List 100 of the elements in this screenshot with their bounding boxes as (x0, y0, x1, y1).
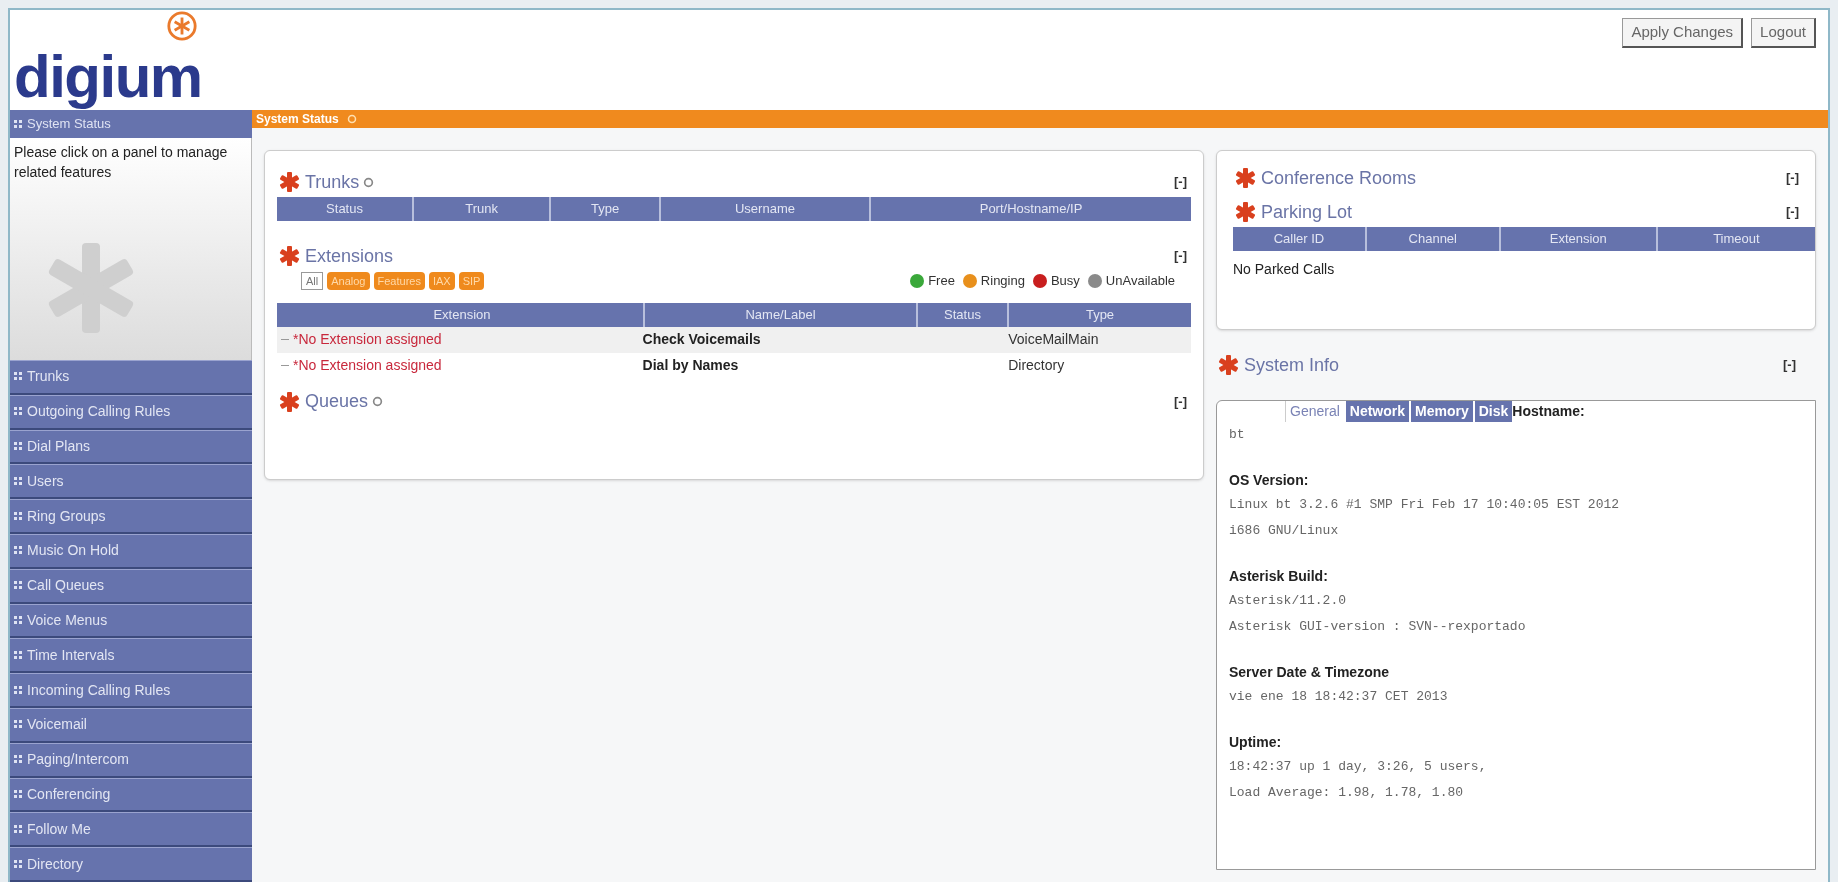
info-value: bt (1229, 426, 1246, 444)
logo: digium (14, 44, 202, 110)
logo-asterisk-icon (166, 10, 198, 42)
legend-label: Free (928, 272, 955, 290)
grip-icon (14, 859, 23, 869)
column-header: Username (660, 197, 872, 221)
legend-label: UnAvailable (1105, 272, 1175, 290)
collapse-link[interactable]: [-] (1174, 391, 1191, 412)
table-cell-text: Directory (1008, 356, 1066, 375)
sidebar-item[interactable]: Follow Me (10, 812, 252, 848)
info-value: i686 GNU/Linux (1229, 522, 1340, 540)
sidebar-item[interactable]: Directory (10, 847, 252, 882)
section-title: Parking Lot (1261, 200, 1353, 224)
asterisk-icon (1216, 353, 1240, 377)
collapse-link[interactable]: [-] (1174, 246, 1191, 266)
sidebar-item[interactable]: Incoming Calling Rules (10, 673, 252, 708)
table-cell-text: Check Voicemails (642, 330, 762, 349)
sidebar-item[interactable]: Voice Menus (10, 603, 252, 639)
section-title: Trunks (305, 170, 360, 194)
grip-icon (14, 546, 23, 556)
info-value: vie ene 18 18:42:37 CET 2013 (1229, 688, 1449, 706)
column-header: Status (277, 197, 415, 221)
legend-label: Ringing (980, 272, 1025, 290)
info-label: Hostname: (1512, 402, 1585, 421)
grip-icon (14, 442, 23, 451)
filter-button[interactable]: SIP (458, 271, 485, 290)
table-cell-text: *No Extension assigned (293, 356, 442, 375)
info-label: Server Date & Timezone (1229, 663, 1391, 682)
asterisk-icon (277, 389, 301, 414)
grip-icon (14, 615, 23, 625)
info-value: Asterisk/11.2.0 (1229, 592, 1348, 610)
grip-icon (14, 407, 23, 417)
column-header: Port/Hostname/IP (978, 200, 1084, 219)
info-value: Asterisk GUI-version : SVN--rexportado (1229, 618, 1527, 636)
grip-icon (14, 372, 23, 382)
sidebar-item[interactable]: Paging/Intercom (10, 742, 252, 778)
section-title: Extensions (305, 244, 394, 268)
header-button[interactable]: Apply Changes (1622, 18, 1744, 48)
info-label: OS Version: (1229, 471, 1310, 490)
column-header: Trunk (414, 197, 552, 221)
sidebar-item[interactable]: Voicemail (10, 707, 252, 743)
collapse-link[interactable]: [-] (1786, 202, 1803, 222)
column-header: Extension (1500, 227, 1658, 251)
table-cell-text: VoiceMailMain (1008, 330, 1100, 349)
column-header: Type (551, 197, 661, 221)
grip-icon (14, 581, 23, 591)
sidebar-item[interactable]: Time Intervals (10, 638, 252, 674)
filter-button[interactable]: Analog (327, 271, 370, 290)
collapse-link[interactable]: [-] (1786, 168, 1803, 188)
sidebar-item[interactable]: Outgoing Calling Rules (10, 394, 252, 430)
asterisk-icon (1233, 200, 1257, 224)
column-header: Channel (1366, 227, 1501, 251)
grip-icon (14, 720, 23, 730)
sidebar-item[interactable]: Ring Groups (10, 499, 252, 534)
filter-button[interactable]: IAX (428, 271, 455, 290)
info-value: Load Average: 1.98, 1.78, 1.80 (1229, 784, 1465, 802)
table-cell-text: *No Extension assigned (293, 330, 442, 349)
sidebar-item[interactable]: Dial Plans (10, 429, 252, 465)
tab[interactable]: Memory (1411, 401, 1473, 422)
info-value: Linux bt 3.2.6 #1 SMP Fri Feb 17 10:40:05 EST 2012 (1229, 496, 1621, 514)
grip-icon (14, 119, 23, 129)
empty-message: No Parked Calls (1233, 260, 1336, 279)
info-label: Uptime: (1229, 733, 1283, 752)
grip-icon (14, 476, 23, 486)
legend-label: Busy (1050, 272, 1080, 290)
collapse-link[interactable]: [-] (1174, 172, 1191, 192)
grip-icon (14, 685, 23, 695)
sidebar-item[interactable]: Call Queues (10, 568, 252, 604)
sidebar-item[interactable]: Conferencing (10, 777, 252, 813)
column-header: Caller ID (1233, 227, 1367, 251)
filter-button[interactable]: Features (373, 271, 425, 290)
sidebar-title: System Status (27, 115, 111, 134)
sidebar-item[interactable]: Users (10, 464, 252, 500)
grip-icon (14, 824, 23, 834)
sidebar-item[interactable]: Trunks (10, 360, 252, 395)
grip-icon (14, 789, 23, 799)
dash-icon (281, 365, 289, 366)
sidebar-item[interactable]: Music On Hold (10, 534, 252, 569)
grip-icon (14, 650, 23, 660)
dash-icon (281, 339, 289, 340)
info-label: Asterisk Build: (1229, 567, 1329, 586)
grip-icon (14, 511, 23, 521)
asterisk-icon (277, 170, 301, 194)
page-title: System Status (256, 111, 339, 128)
asterisk-icon (277, 244, 301, 268)
section-title: Conference Rooms (1261, 166, 1417, 190)
filter-button[interactable]: All (301, 271, 324, 290)
table-cell-text: Dial by Names (642, 356, 740, 375)
info-value: 18:42:37 up 1 day, 3:26, 5 users, (1229, 758, 1488, 776)
section-title: System Info (1244, 353, 1340, 377)
header-button[interactable]: Logout (1751, 18, 1816, 48)
tab[interactable]: Network (1345, 401, 1410, 422)
section-title: Queues (305, 390, 369, 413)
tab[interactable]: Disk (1474, 401, 1513, 422)
grip-icon (14, 755, 23, 765)
collapse-link[interactable]: [-] (1783, 355, 1800, 375)
sidebar-description: Please click on a panel to manage related features (14, 143, 229, 182)
column-header: Timeout (1712, 230, 1761, 249)
asterisk-icon (1233, 166, 1257, 190)
column-header: Type (1084, 305, 1116, 324)
